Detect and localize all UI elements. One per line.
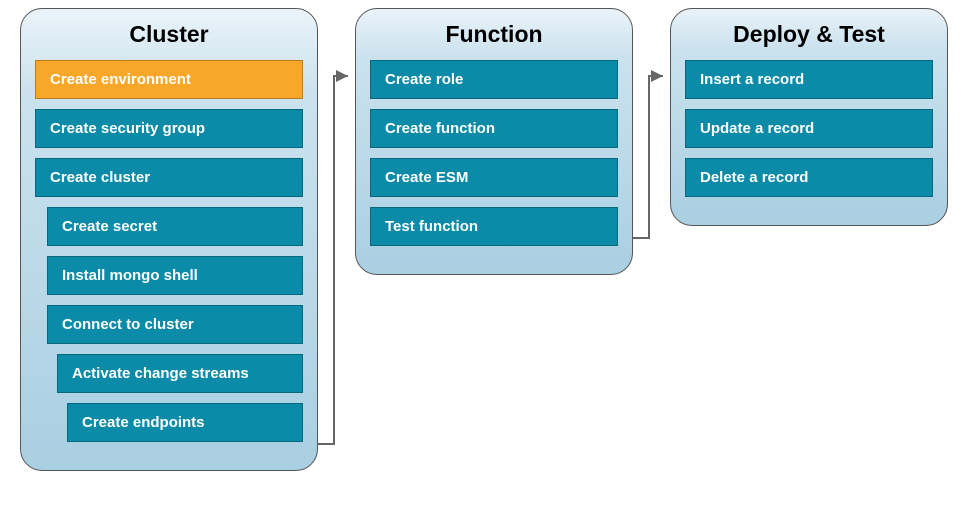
panel-function-title: Function xyxy=(370,21,618,48)
panel-deploy-title: Deploy & Test xyxy=(685,21,933,48)
step-delete-record[interactable]: Delete a record xyxy=(685,158,933,197)
step-connect-to-cluster[interactable]: Connect to cluster xyxy=(47,305,303,344)
step-create-esm[interactable]: Create ESM xyxy=(370,158,618,197)
panel-function: Function Create role Create function Cre… xyxy=(355,8,633,275)
arrow-cluster-to-function xyxy=(318,70,358,470)
step-create-function[interactable]: Create function xyxy=(370,109,618,148)
step-create-role[interactable]: Create role xyxy=(370,60,618,99)
panel-cluster: Cluster Create environment Create securi… xyxy=(20,8,318,471)
step-test-function[interactable]: Test function xyxy=(370,207,618,246)
step-create-cluster[interactable]: Create cluster xyxy=(35,158,303,197)
step-update-record[interactable]: Update a record xyxy=(685,109,933,148)
step-insert-record[interactable]: Insert a record xyxy=(685,60,933,99)
step-install-mongo-shell[interactable]: Install mongo shell xyxy=(47,256,303,295)
step-create-environment[interactable]: Create environment xyxy=(35,60,303,99)
arrow-function-to-deploy xyxy=(633,70,673,270)
step-activate-change-streams[interactable]: Activate change streams xyxy=(57,354,303,393)
step-create-secret[interactable]: Create secret xyxy=(47,207,303,246)
panel-deploy: Deploy & Test Insert a record Update a r… xyxy=(670,8,948,226)
panel-cluster-title: Cluster xyxy=(35,21,303,48)
step-create-security-group[interactable]: Create security group xyxy=(35,109,303,148)
step-create-endpoints[interactable]: Create endpoints xyxy=(67,403,303,442)
